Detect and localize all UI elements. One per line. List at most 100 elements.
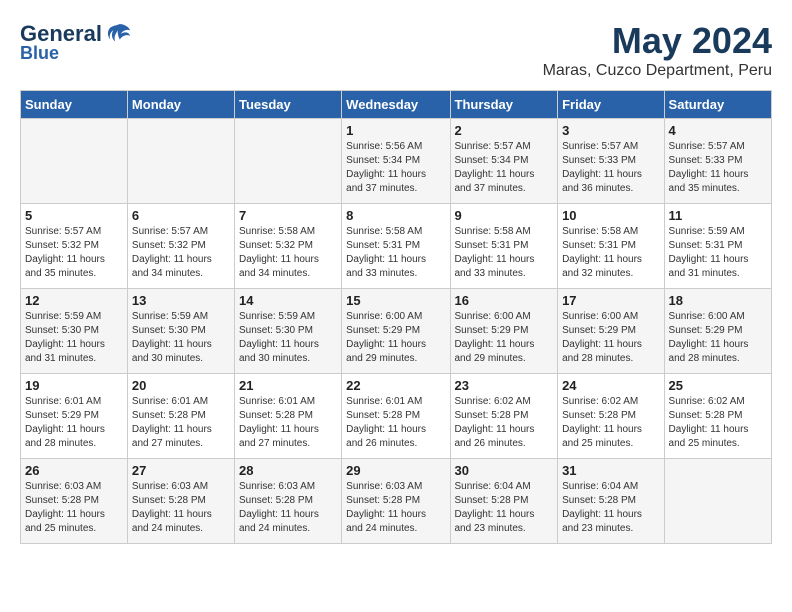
logo: General Blue <box>20 20 132 64</box>
day-number: 9 <box>455 208 554 223</box>
day-info: Sunrise: 5:58 AM Sunset: 5:31 PM Dayligh… <box>346 225 445 281</box>
day-info: Sunrise: 6:03 AM Sunset: 5:28 PM Dayligh… <box>25 480 123 536</box>
calendar-cell: 6Sunrise: 5:57 AM Sunset: 5:32 PM Daylig… <box>127 204 234 289</box>
calendar-cell: 23 Sunrise: 6:02 AM Sunset: 5:28 PM Dayli… <box>450 374 558 459</box>
month-title: May 2024 <box>543 20 772 62</box>
day-info: Sunrise: 5:56 AM Sunset: 5:34 PM Dayligh… <box>346 140 445 196</box>
calendar-week-2: 5Sunrise: 5:57 AM Sunset: 5:32 PM Daylig… <box>21 204 772 289</box>
calendar-body: 1 Sunrise: 5:56 AM Sunset: 5:34 PM Daylig… <box>21 119 772 544</box>
logo-text-blue: Blue <box>20 44 59 64</box>
day-number: 30 <box>455 463 554 478</box>
day-number: 14 <box>239 293 337 308</box>
day-number: 31 <box>562 463 659 478</box>
location-text: Maras, Cuzco Department, Peru <box>543 62 772 80</box>
day-number: 8 <box>346 208 445 223</box>
day-info: Sunrise: 5:59 AM Sunset: 5:30 PM Dayligh… <box>132 310 230 366</box>
calendar-cell: 17Sunrise: 6:00 AM Sunset: 5:29 PM Dayli… <box>558 289 664 374</box>
weekday-header-saturday: Saturday <box>664 91 771 119</box>
day-info: Sunrise: 5:57 AM Sunset: 5:33 PM Dayligh… <box>669 140 767 196</box>
day-number: 22 <box>346 378 445 393</box>
day-info: Sunrise: 6:04 AM Sunset: 5:28 PM Dayligh… <box>562 480 659 536</box>
calendar-cell: 24Sunrise: 6:02 AM Sunset: 5:28 PM Dayli… <box>558 374 664 459</box>
day-number: 3 <box>562 123 659 138</box>
day-number: 23 <box>455 378 554 393</box>
day-info: Sunrise: 6:02 AM Sunset: 5:28 PM Dayligh… <box>669 395 767 451</box>
day-info: Sunrise: 6:02 AM Sunset: 5:28 PM Dayligh… <box>562 395 659 451</box>
day-number: 12 <box>25 293 123 308</box>
day-info: Sunrise: 5:59 AM Sunset: 5:31 PM Dayligh… <box>669 225 767 281</box>
day-number: 15 <box>346 293 445 308</box>
day-number: 16 <box>455 293 554 308</box>
weekday-header-sunday: Sunday <box>21 91 128 119</box>
day-info: Sunrise: 6:01 AM Sunset: 5:28 PM Dayligh… <box>132 395 230 451</box>
day-info: Sunrise: 5:58 AM Sunset: 5:32 PM Dayligh… <box>239 225 337 281</box>
logo-bird-icon <box>104 20 132 48</box>
calendar-cell: 13 Sunrise: 5:59 AM Sunset: 5:30 PM Dayli… <box>127 289 234 374</box>
calendar-cell <box>21 119 128 204</box>
weekday-header-friday: Friday <box>558 91 664 119</box>
page-header: General Blue May 2024 Maras, Cuzco Depar… <box>20 20 772 80</box>
day-info: Sunrise: 6:03 AM Sunset: 5:28 PM Dayligh… <box>239 480 337 536</box>
calendar-cell: 1 Sunrise: 5:56 AM Sunset: 5:34 PM Daylig… <box>342 119 450 204</box>
day-info: Sunrise: 5:58 AM Sunset: 5:31 PM Dayligh… <box>455 225 554 281</box>
day-number: 11 <box>669 208 767 223</box>
day-number: 2 <box>455 123 554 138</box>
calendar-cell: 4 Sunrise: 5:57 AM Sunset: 5:33 PM Daylig… <box>664 119 771 204</box>
calendar-week-1: 1 Sunrise: 5:56 AM Sunset: 5:34 PM Daylig… <box>21 119 772 204</box>
day-number: 25 <box>669 378 767 393</box>
title-block: May 2024 Maras, Cuzco Department, Peru <box>543 20 772 80</box>
calendar-cell: 10 Sunrise: 5:58 AM Sunset: 5:31 PM Dayli… <box>558 204 664 289</box>
calendar-week-3: 12 Sunrise: 5:59 AM Sunset: 5:30 PM Dayli… <box>21 289 772 374</box>
calendar-cell: 29 Sunrise: 6:03 AM Sunset: 5:28 PM Dayli… <box>342 459 450 544</box>
calendar-header: SundayMondayTuesdayWednesdayThursdayFrid… <box>21 91 772 119</box>
day-info: Sunrise: 5:59 AM Sunset: 5:30 PM Dayligh… <box>25 310 123 366</box>
calendar-cell: 19Sunrise: 6:01 AM Sunset: 5:29 PM Dayli… <box>21 374 128 459</box>
calendar-cell: 7 Sunrise: 5:58 AM Sunset: 5:32 PM Daylig… <box>234 204 341 289</box>
day-number: 1 <box>346 123 445 138</box>
calendar-cell: 26 Sunrise: 6:03 AM Sunset: 5:28 PM Dayli… <box>21 459 128 544</box>
day-info: Sunrise: 5:57 AM Sunset: 5:33 PM Dayligh… <box>562 140 659 196</box>
weekday-header-wednesday: Wednesday <box>342 91 450 119</box>
day-number: 13 <box>132 293 230 308</box>
calendar-cell: 16 Sunrise: 6:00 AM Sunset: 5:29 PM Dayli… <box>450 289 558 374</box>
day-number: 20 <box>132 378 230 393</box>
calendar-cell: 8 Sunrise: 5:58 AM Sunset: 5:31 PM Daylig… <box>342 204 450 289</box>
calendar-week-5: 26 Sunrise: 6:03 AM Sunset: 5:28 PM Dayli… <box>21 459 772 544</box>
weekday-header-monday: Monday <box>127 91 234 119</box>
calendar-cell: 21Sunrise: 6:01 AM Sunset: 5:28 PM Dayli… <box>234 374 341 459</box>
calendar-cell: 5Sunrise: 5:57 AM Sunset: 5:32 PM Daylig… <box>21 204 128 289</box>
calendar-cell: 22Sunrise: 6:01 AM Sunset: 5:28 PM Dayli… <box>342 374 450 459</box>
calendar-cell: 3 Sunrise: 5:57 AM Sunset: 5:33 PM Daylig… <box>558 119 664 204</box>
day-number: 29 <box>346 463 445 478</box>
calendar-cell: 12 Sunrise: 5:59 AM Sunset: 5:30 PM Dayli… <box>21 289 128 374</box>
day-number: 7 <box>239 208 337 223</box>
calendar-cell <box>664 459 771 544</box>
day-info: Sunrise: 6:01 AM Sunset: 5:28 PM Dayligh… <box>239 395 337 451</box>
day-number: 4 <box>669 123 767 138</box>
day-info: Sunrise: 5:58 AM Sunset: 5:31 PM Dayligh… <box>562 225 659 281</box>
day-info: Sunrise: 5:57 AM Sunset: 5:32 PM Dayligh… <box>25 225 123 281</box>
weekday-row: SundayMondayTuesdayWednesdayThursdayFrid… <box>21 91 772 119</box>
day-info: Sunrise: 6:03 AM Sunset: 5:28 PM Dayligh… <box>346 480 445 536</box>
calendar-cell <box>234 119 341 204</box>
calendar-cell <box>127 119 234 204</box>
day-number: 26 <box>25 463 123 478</box>
day-info: Sunrise: 5:57 AM Sunset: 5:32 PM Dayligh… <box>132 225 230 281</box>
calendar-cell: 20 Sunrise: 6:01 AM Sunset: 5:28 PM Dayli… <box>127 374 234 459</box>
calendar-cell: 15Sunrise: 6:00 AM Sunset: 5:29 PM Dayli… <box>342 289 450 374</box>
calendar-cell: 18 Sunrise: 6:00 AM Sunset: 5:29 PM Dayli… <box>664 289 771 374</box>
day-info: Sunrise: 6:01 AM Sunset: 5:29 PM Dayligh… <box>25 395 123 451</box>
day-number: 10 <box>562 208 659 223</box>
day-info: Sunrise: 5:59 AM Sunset: 5:30 PM Dayligh… <box>239 310 337 366</box>
day-info: Sunrise: 6:03 AM Sunset: 5:28 PM Dayligh… <box>132 480 230 536</box>
calendar-cell: 14 Sunrise: 5:59 AM Sunset: 5:30 PM Dayli… <box>234 289 341 374</box>
calendar-cell: 30Sunrise: 6:04 AM Sunset: 5:28 PM Dayli… <box>450 459 558 544</box>
day-number: 18 <box>669 293 767 308</box>
day-info: Sunrise: 6:02 AM Sunset: 5:28 PM Dayligh… <box>455 395 554 451</box>
calendar-cell: 9 Sunrise: 5:58 AM Sunset: 5:31 PM Daylig… <box>450 204 558 289</box>
weekday-header-thursday: Thursday <box>450 91 558 119</box>
day-info: Sunrise: 6:00 AM Sunset: 5:29 PM Dayligh… <box>455 310 554 366</box>
day-info: Sunrise: 6:00 AM Sunset: 5:29 PM Dayligh… <box>669 310 767 366</box>
calendar-cell: 2Sunrise: 5:57 AM Sunset: 5:34 PM Daylig… <box>450 119 558 204</box>
calendar-week-4: 19Sunrise: 6:01 AM Sunset: 5:29 PM Dayli… <box>21 374 772 459</box>
